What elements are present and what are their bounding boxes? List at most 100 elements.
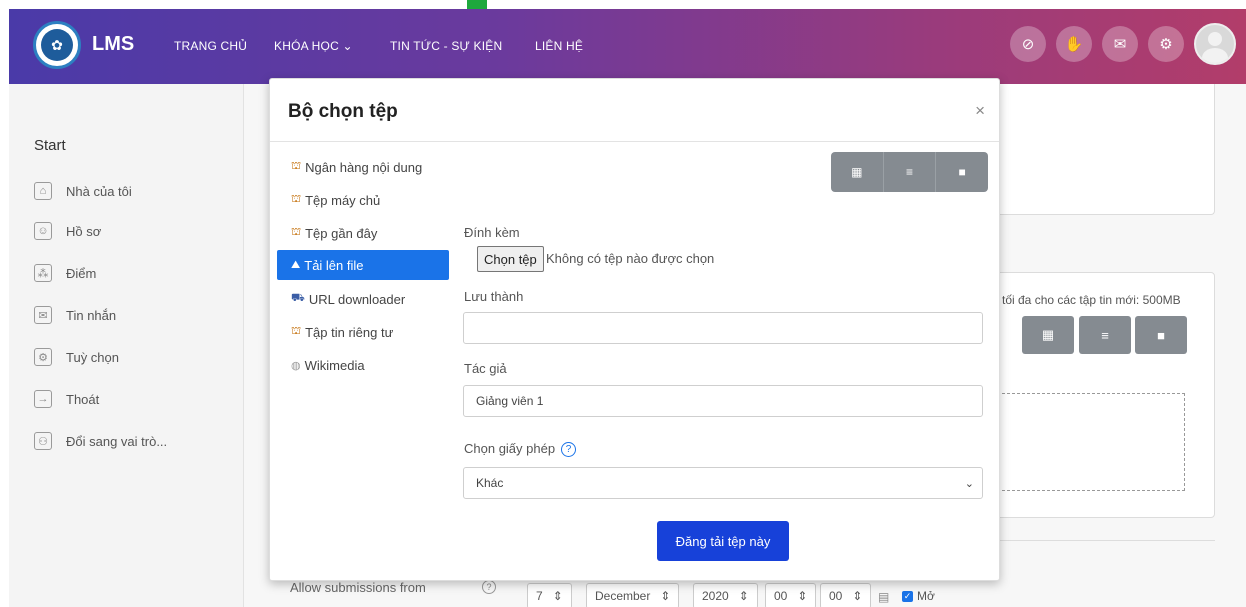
license-label-row: Chọn giấy phép? [464, 441, 577, 458]
repo-wikimedia[interactable]: ◍ Wikimedia [277, 350, 449, 380]
chat-icon[interactable]: ✉ [1102, 26, 1138, 62]
allow-submissions-label: Allow submissions from [290, 580, 426, 595]
save-as-label: Lưu thành [464, 289, 524, 304]
repo-label: Tải lên file [304, 257, 364, 273]
updown-icon: ⇕ [852, 589, 863, 603]
minute-select[interactable]: 00 ⇕ [820, 583, 872, 607]
bg-list-view-icon[interactable]: ≡ [1079, 316, 1131, 354]
repository-icon: ⛫ [291, 325, 302, 337]
logout-icon: → [34, 390, 52, 408]
drawer-item-messages[interactable]: ✉ Tin nhắn [34, 306, 116, 324]
repo-upload-file[interactable]: ⛰ Tải lên file [277, 250, 449, 280]
nav-drawer: Start ⌂ Nhà của tôi ☺ Hồ sơ ⁂ Điểm ✉ Tin nhắ… [9, 84, 244, 607]
home-icon: ⌂ [34, 182, 52, 200]
brand-name[interactable]: LMS [92, 33, 134, 56]
drawer-item-preferences[interactable]: ⚙ Tuỳ chọn [34, 348, 119, 366]
no-file-text: Không có tệp nào được chọn [546, 251, 715, 266]
enable-checkbox[interactable]: ✓ Mở [902, 589, 935, 603]
upload-icon: ⛰ [291, 258, 301, 271]
hour-select[interactable]: 00 ⇕ [765, 583, 817, 607]
background-textarea[interactable] [979, 84, 1215, 215]
hand-icon[interactable]: ✋ [1056, 26, 1092, 62]
nav-link-contact[interactable]: LIÊN HỆ [535, 39, 583, 53]
author-label: Tác giả [464, 361, 507, 376]
wikimedia-icon: ◍ [291, 359, 301, 372]
drawer-item-label: Tuỳ chọn [66, 349, 119, 365]
top-navbar: ✿ LMS TRANG CHỦ KHÓA HỌC ⌄ TIN TỨC - SỰ … [9, 9, 1246, 84]
max-size-text: tối đa cho các tập tin mới: 500MB [1002, 293, 1181, 307]
license-value: Khác [476, 476, 504, 490]
month-value: December [595, 589, 651, 603]
nav-link-home[interactable]: TRANG CHỦ [174, 39, 247, 53]
chevron-down-icon: ⌄ [964, 478, 974, 490]
close-icon[interactable]: × [975, 101, 985, 121]
repo-label: Tệp gần đây [305, 225, 378, 241]
nav-link-news[interactable]: TIN TỨC - SỰ KIỆN [390, 39, 502, 53]
repo-url-downloader[interactable]: ⛟ URL downloader [277, 284, 449, 314]
list-view-icon[interactable]: ≡ [883, 152, 937, 192]
repo-content-bank[interactable]: ⛫ Ngân hàng nội dung [277, 152, 449, 182]
accent-bar [467, 0, 487, 9]
user-avatar[interactable] [1194, 23, 1236, 65]
view-switcher: ▦ ≡ ■ [831, 152, 988, 192]
day-select[interactable]: 7 ⇕ [527, 583, 572, 607]
drawer-item-profile[interactable]: ☺ Hồ sơ [34, 222, 101, 240]
updown-icon: ⇕ [552, 589, 563, 603]
repo-recent-files[interactable]: ⛫ Tệp gần đây [277, 218, 449, 248]
minute-value: 00 [829, 589, 843, 603]
gear-icon[interactable]: ⚙ [1148, 26, 1184, 62]
drawer-item-switch-role[interactable]: ⚇ Đổi sang vai trò... [34, 432, 167, 450]
year-value: 2020 [702, 589, 729, 603]
upload-this-file-button[interactable]: Đăng tải tệp này [657, 521, 789, 561]
preferences-icon: ⚙ [34, 348, 52, 366]
dialog-title: Bộ chọn tệp [288, 101, 398, 122]
folder-view-icon[interactable]: ■ [936, 152, 988, 192]
repo-label: Wikimedia [304, 357, 365, 373]
repo-label: URL downloader [308, 291, 406, 307]
license-select[interactable]: Khác ⌄ [463, 467, 983, 499]
updown-icon: ⇕ [738, 589, 749, 603]
save-as-input[interactable] [463, 312, 983, 344]
repo-private-files[interactable]: ⛫ Tập tin riêng tư [277, 317, 449, 347]
calendar-icon[interactable]: ▤ [878, 590, 889, 604]
repo-label: Tệp máy chủ [305, 192, 381, 208]
attachment-label: Đính kèm [464, 225, 520, 240]
month-select[interactable]: December ⇕ [586, 583, 680, 607]
help-icon[interactable]: ? [482, 580, 496, 594]
bg-folder-view-icon[interactable]: ■ [1135, 316, 1187, 354]
eye-slash-icon[interactable]: ⊘ [1010, 26, 1046, 62]
profile-icon: ☺ [34, 222, 52, 240]
drawer-item-label: Đổi sang vai trò... [66, 433, 168, 449]
bg-drop-zone[interactable] [982, 393, 1185, 491]
drawer-item-logout[interactable]: → Thoát [34, 390, 99, 408]
enable-label: Mở [917, 589, 935, 603]
messages-icon: ✉ [34, 306, 52, 324]
help-icon[interactable]: ? [561, 442, 577, 458]
checkbox-checked-icon: ✓ [902, 590, 913, 602]
license-label: Chọn giấy phép [464, 441, 556, 456]
hour-value: 00 [774, 589, 788, 603]
drawer-item-label: Điểm [66, 265, 97, 281]
logo-emblem-icon: ✿ [41, 29, 73, 61]
repo-label: Tập tin riêng tư [305, 324, 394, 340]
updown-icon: ⇕ [660, 589, 671, 603]
dialog-header: Bộ chọn tệp × [270, 79, 999, 142]
nav-link-courses[interactable]: KHÓA HỌC ⌄ [274, 39, 353, 53]
grades-icon: ⁂ [34, 264, 52, 282]
bg-grid-view-icon[interactable]: ▦ [1022, 316, 1074, 354]
file-picker-dialog: Bộ chọn tệp × ⛫ Ngân hàng nội dung ⛫ Tệp m… [269, 78, 1000, 581]
drawer-item-grades[interactable]: ⁂ Điểm [34, 264, 96, 282]
grid-view-icon[interactable]: ▦ [831, 152, 884, 192]
repository-icon: ⛫ [291, 160, 302, 172]
drawer-item-home[interactable]: ⌂ Nhà của tôi [34, 182, 132, 200]
choose-file-button[interactable]: Chọn tệp [477, 246, 544, 272]
site-logo[interactable]: ✿ [33, 21, 81, 69]
repository-icon: ⛫ [291, 226, 302, 238]
year-select[interactable]: 2020 ⇕ [693, 583, 758, 607]
drawer-heading: Start [34, 137, 66, 154]
repo-server-files[interactable]: ⛫ Tệp máy chủ [277, 185, 449, 215]
repo-label: Ngân hàng nội dung [305, 159, 423, 175]
url-downloader-icon: ⛟ [291, 292, 305, 304]
drawer-item-label: Nhà của tôi [66, 183, 132, 199]
author-input[interactable]: Giảng viên 1 [463, 385, 983, 417]
